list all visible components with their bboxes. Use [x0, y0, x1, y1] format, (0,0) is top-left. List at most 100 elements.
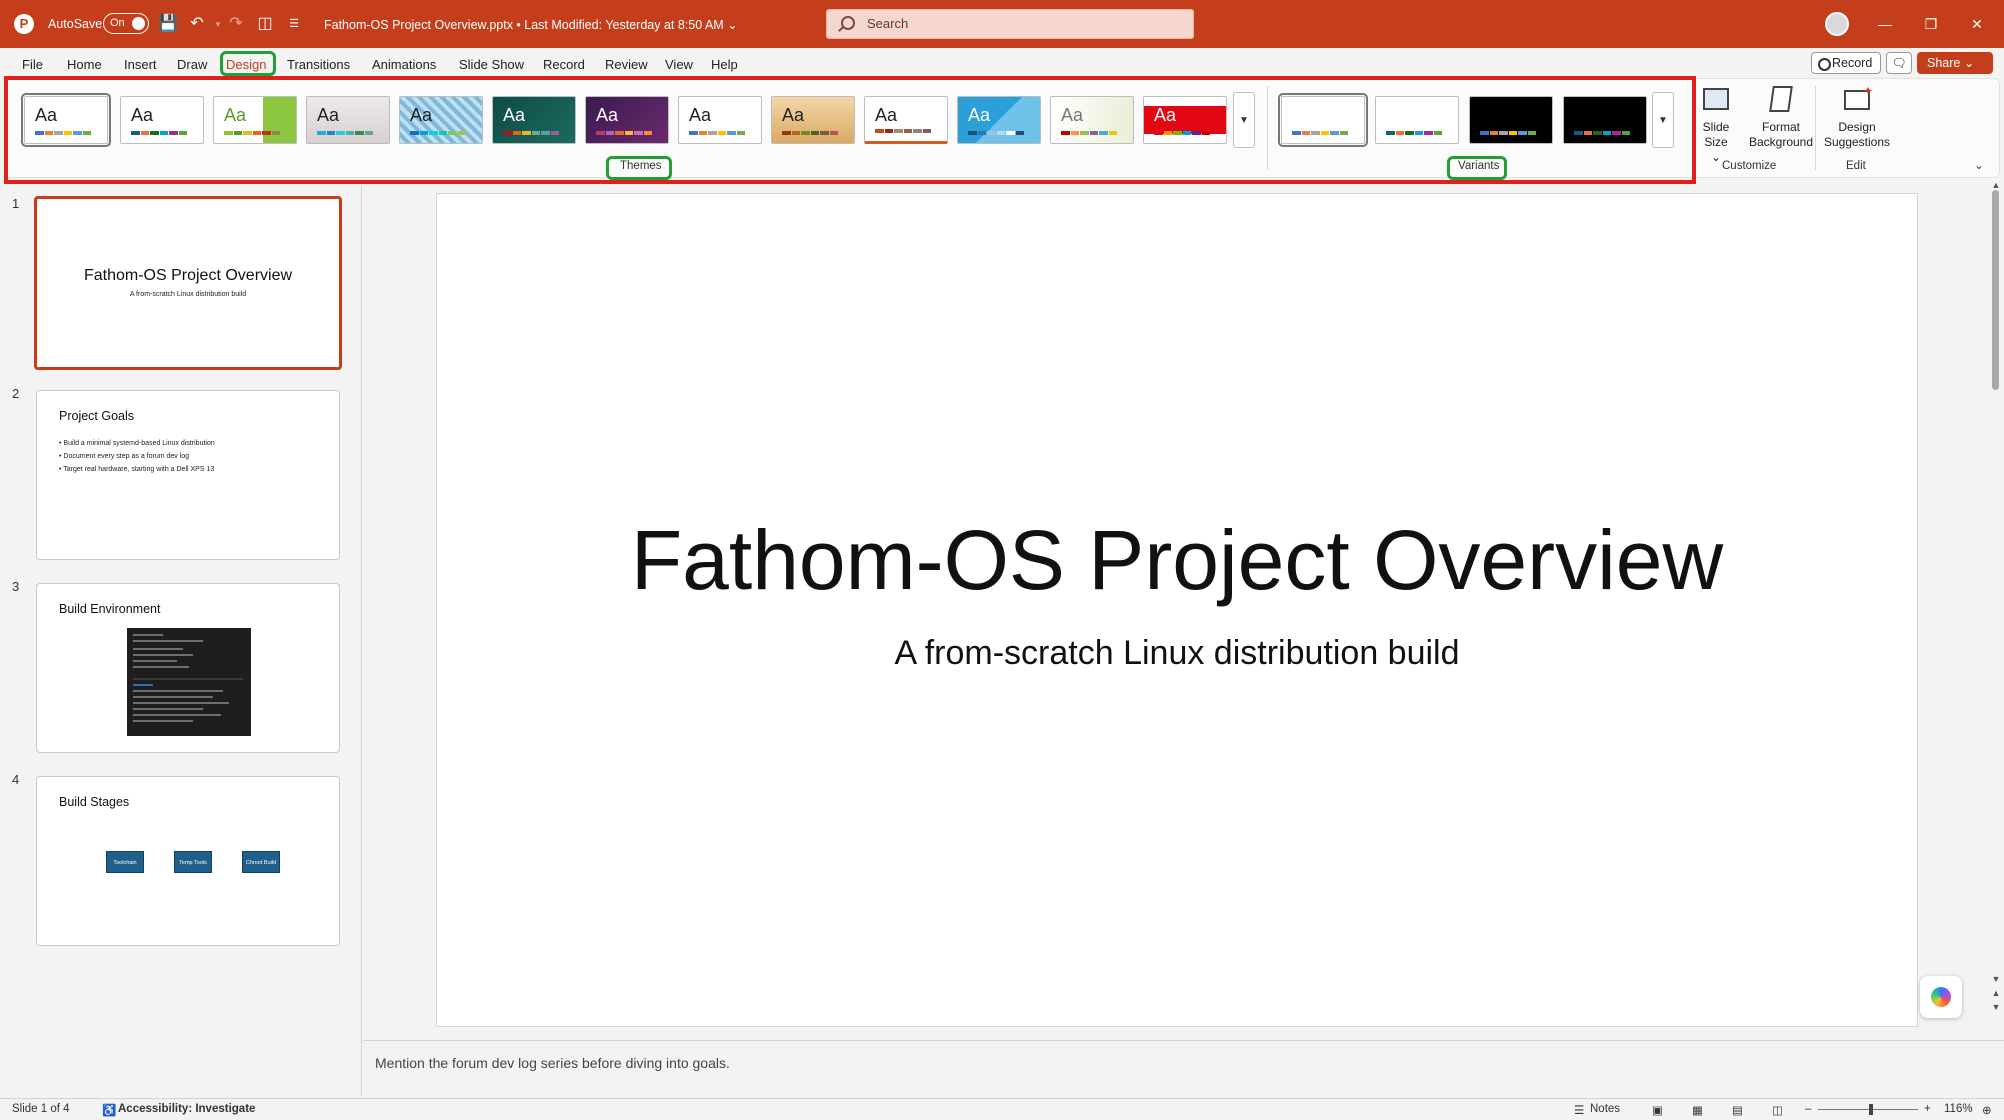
theme-office[interactable]: Aa: [21, 93, 111, 147]
present-from-start-icon[interactable]: ◫: [254, 13, 276, 35]
theme-organic[interactable]: Aa: [585, 96, 669, 144]
previous-slide-icon[interactable]: ▲: [1990, 988, 2002, 998]
slide-number: 4: [12, 772, 20, 787]
slide-size-icon: [1700, 84, 1732, 116]
notes-toggle[interactable]: Notes: [1590, 1103, 1620, 1115]
theme-facet[interactable]: Aa: [213, 96, 297, 144]
theme-wisp[interactable]: Aa: [957, 96, 1041, 144]
scroll-down-icon[interactable]: ▼: [1990, 974, 2002, 984]
format-background-button[interactable]: Format Background: [1746, 84, 1816, 150]
notes-pane[interactable]: Mention the forum dev log series before …: [363, 1040, 2004, 1098]
stage-box: Toolchain: [106, 851, 144, 873]
comments-icon[interactable]: 🗨: [1886, 52, 1912, 74]
fit-to-window-icon[interactable]: ⊕: [1982, 1103, 1992, 1117]
zoom-slider-thumb[interactable]: [1869, 1104, 1873, 1115]
tab-view[interactable]: View: [661, 54, 697, 75]
slide-title[interactable]: Fathom-OS Project Overview: [437, 512, 1917, 609]
tab-review[interactable]: Review: [601, 54, 652, 75]
profile-avatar[interactable]: [1825, 12, 1849, 36]
theme-ion[interactable]: Aa: [492, 96, 576, 144]
customize-quick-access-icon[interactable]: ☰: [283, 13, 305, 35]
stage-box: Chroot Build: [242, 851, 280, 873]
document-title[interactable]: Fathom-OS Project Overview.pptx • Last M…: [324, 17, 738, 32]
theme-retrospect[interactable]: Aa: [678, 96, 762, 144]
speaker-notes[interactable]: Mention the forum dev log series before …: [375, 1055, 730, 1071]
thumb-1-subtitle: A from-scratch Linux distribution build: [129, 291, 247, 298]
slide-thumbnail-2[interactable]: Project Goals • Build a minimal systemd-…: [36, 390, 340, 560]
tab-draw[interactable]: Draw: [173, 54, 211, 75]
zoom-slider[interactable]: [1818, 1109, 1918, 1110]
slide-number: 3: [12, 579, 20, 594]
collapse-ribbon-icon[interactable]: ⌄: [1974, 158, 1984, 172]
build-environment-screenshot: [127, 628, 251, 736]
save-icon[interactable]: 💾: [157, 13, 179, 35]
zoom-level[interactable]: 116%: [1944, 1103, 1973, 1115]
autosave-toggle[interactable]: On: [103, 13, 149, 34]
format-background-icon: [1765, 84, 1797, 116]
search-input[interactable]: [867, 16, 1167, 31]
tab-record[interactable]: Record: [539, 54, 589, 75]
tab-home[interactable]: Home: [63, 54, 106, 75]
tab-animations[interactable]: Animations: [368, 54, 440, 75]
design-suggestions-button[interactable]: ✦ Design Suggestions: [1822, 84, 1892, 150]
zoom-in-icon[interactable]: +: [1924, 1103, 1931, 1115]
slide-size-button[interactable]: Slide Size ⌄: [1700, 84, 1732, 165]
theme-ion-boardroom[interactable]: Aa: [399, 96, 483, 144]
tab-help[interactable]: Help: [707, 54, 742, 75]
minimize-icon[interactable]: —: [1873, 12, 1897, 36]
slide-subtitle[interactable]: A from-scratch Linux distribution build: [437, 634, 1917, 673]
tab-transitions[interactable]: Transitions: [283, 54, 354, 75]
slide-show-icon[interactable]: ◫: [1772, 1103, 1783, 1117]
powerpoint-logo-icon: P: [14, 14, 34, 34]
thumb-4-title: Build Stages: [59, 795, 130, 809]
edit-group-label: Edit: [1846, 160, 1866, 172]
copilot-icon[interactable]: [1920, 976, 1962, 1018]
theme-office-2[interactable]: Aa: [120, 96, 204, 144]
theme-savon[interactable]: Aa: [771, 96, 855, 144]
variant-3[interactable]: [1469, 96, 1553, 144]
themes-more-icon[interactable]: ▼: [1233, 92, 1255, 148]
share-button[interactable]: Share ⌄: [1917, 52, 1993, 74]
slide-thumbnail-1[interactable]: Fathom-OS Project Overview A from-scratc…: [34, 196, 342, 370]
zoom-out-icon[interactable]: –: [1805, 1103, 1811, 1115]
tab-design[interactable]: Design: [222, 54, 270, 75]
title-bar: P AutoSave On 💾 ↶ ▾ ↷ ◫ ☰ Fathom-OS Proj…: [0, 0, 2004, 48]
variants-more-icon[interactable]: ▼: [1652, 92, 1674, 148]
slide-thumbnail-4[interactable]: Build Stages Toolchain Temp Tools Chroot…: [36, 776, 340, 946]
variant-1[interactable]: [1278, 93, 1368, 147]
accessibility-status[interactable]: Accessibility: Investigate: [118, 1103, 255, 1115]
tab-insert[interactable]: Insert: [120, 54, 161, 75]
theme-berlin[interactable]: Aa: [1143, 96, 1227, 144]
slide-number: 2: [12, 386, 20, 401]
variants-group-label: Variants: [1458, 160, 1500, 172]
reading-view-icon[interactable]: ▤: [1732, 1103, 1743, 1117]
current-slide[interactable]: Fathom-OS Project Overview A from-scratc…: [436, 193, 1918, 1027]
search-box[interactable]: [826, 9, 1194, 39]
thumb-2-bullet: • Target real hardware, starting with a …: [59, 466, 215, 473]
theme-vapor[interactable]: Aa: [1050, 96, 1134, 144]
tab-slide-show[interactable]: Slide Show: [455, 54, 528, 75]
tab-file[interactable]: File: [18, 54, 47, 75]
theme-slice[interactable]: Aa: [864, 96, 948, 144]
variant-2[interactable]: [1375, 96, 1459, 144]
record-button[interactable]: Record: [1811, 52, 1881, 74]
normal-view-icon[interactable]: ▣: [1652, 1103, 1663, 1117]
thumb-1-title: Fathom-OS Project Overview: [83, 267, 293, 284]
scroll-up-icon[interactable]: ▲: [1990, 180, 2002, 190]
close-icon[interactable]: ✕: [1965, 12, 1989, 36]
variant-4[interactable]: [1563, 96, 1647, 144]
slide-number: 1: [12, 196, 20, 211]
scrollbar-thumb[interactable]: [1992, 190, 1999, 390]
vertical-scrollbar[interactable]: ▲ ▼ ▲ ▼: [1990, 180, 2002, 1026]
restore-icon[interactable]: ❐: [1919, 12, 1943, 36]
thumb-2-bullet: • Build a minimal systemd-based Linux di…: [59, 440, 215, 447]
redo-icon[interactable]: ↷: [225, 13, 247, 35]
slide-thumbnail-3[interactable]: Build Environment: [36, 583, 340, 753]
autosave-label: AutoSave: [48, 17, 103, 31]
undo-icon[interactable]: ↶: [186, 13, 208, 35]
ribbon-tabs: File Home Insert Draw Design Transitions…: [0, 48, 2004, 78]
autosave-state: On: [110, 17, 125, 29]
theme-integral[interactable]: Aa: [306, 96, 390, 144]
next-slide-icon[interactable]: ▼: [1990, 1002, 2002, 1012]
slide-sorter-icon[interactable]: ▦: [1692, 1103, 1703, 1117]
